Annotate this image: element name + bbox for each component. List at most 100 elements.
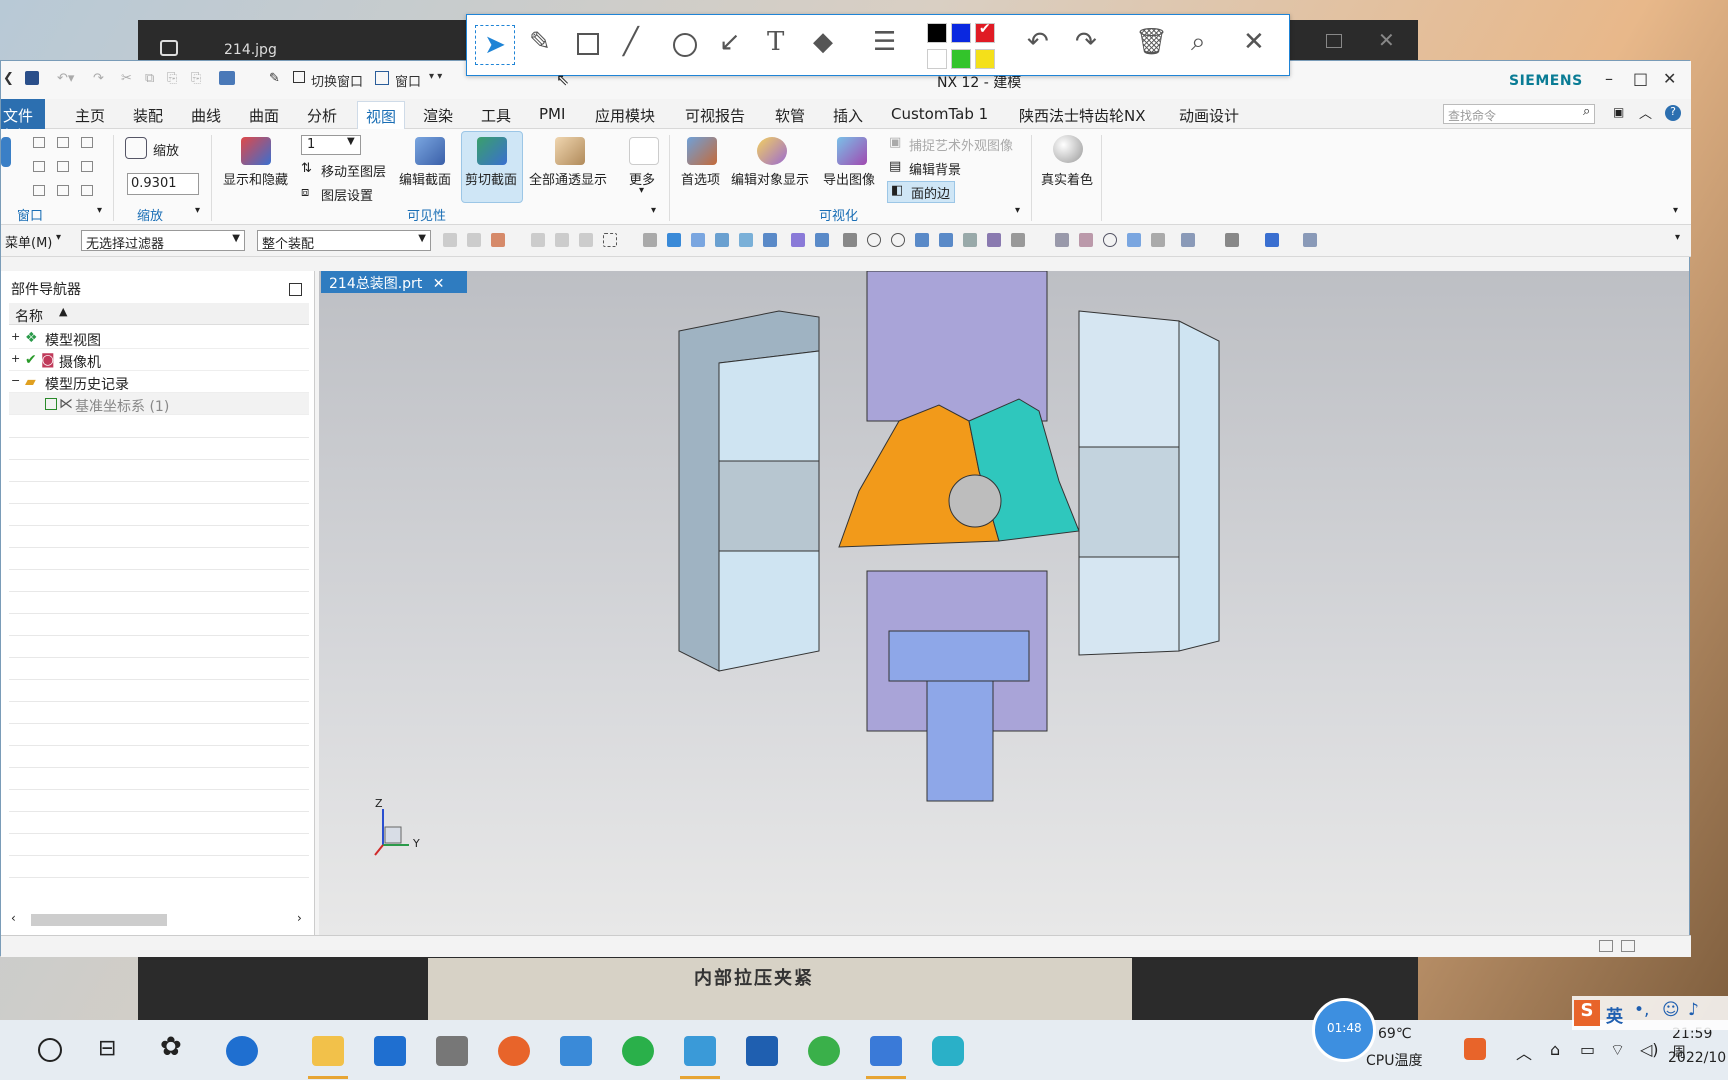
close-window-icon[interactable]: ✕ [1663,69,1676,88]
true-shading-icon[interactable] [1053,135,1083,163]
move-to-layer-button[interactable]: 移动至图层 [321,161,386,180]
menu-insert[interactable]: 插入 [833,105,863,126]
rectangle-select-icon[interactable] [603,233,617,247]
snap-icon[interactable] [939,233,953,247]
snap-icon[interactable] [843,233,857,247]
scope-select[interactable]: 整个装配 ▼ [257,230,431,252]
layout-two-icon[interactable] [57,137,69,148]
save-icon[interactable] [25,71,39,85]
expand-icon[interactable]: + [11,330,20,343]
rotate-icon[interactable] [1103,233,1117,247]
navigator-column-header[interactable]: 名称 ▲ [9,303,309,325]
snap-icon[interactable] [1011,233,1025,247]
clip-section-button[interactable]: 剪切截面 [465,169,517,188]
copy-icon[interactable]: ⧉ [145,71,154,86]
snap-icon[interactable] [715,233,729,247]
restore-icon[interactable]: □ [1633,69,1648,88]
toolbar-expand-arrow-icon[interactable]: ▾ [1671,230,1684,251]
task-view-icon[interactable]: ⊟ [98,1036,130,1066]
browser-icon[interactable] [808,1036,840,1066]
menu-app-module[interactable]: 应用模块 [595,105,655,126]
menu-assembly[interactable]: 装配 [133,105,163,126]
line-width-icon[interactable]: ☰ [873,29,896,55]
graphics-viewport[interactable]: 214总装图.prt ✕ Z Y [319,271,1689,935]
export-image-icon[interactable] [837,137,867,165]
pointer-icon[interactable]: ➤ [475,25,515,65]
view-tool-icon[interactable] [1127,233,1141,247]
undo-icon[interactable]: ↶▾ [57,71,74,86]
eraser-icon[interactable]: ◆ [813,29,833,55]
snap-icon[interactable] [643,233,657,247]
wechat-icon[interactable] [622,1036,654,1066]
nx-app-icon[interactable] [684,1036,716,1066]
tree-item-cameras[interactable]: + ✔ ◙ 摄像机 [9,349,309,371]
snap-icon[interactable] [815,233,829,247]
snap-icon[interactable] [763,233,777,247]
visibility-group-arrow-icon[interactable]: ▾ [651,205,656,216]
selection-filter-select[interactable]: 无选择过滤器 ▼ [81,230,245,252]
color-swatch-green[interactable] [951,49,971,69]
search-icon[interactable] [38,1038,62,1062]
view-icon[interactable] [219,71,235,85]
snap-icon[interactable] [691,233,705,247]
microphone-icon[interactable]: ♪ [1688,1000,1699,1020]
zoom-icon[interactable] [125,137,147,159]
punctuation-icon[interactable]: •, [1634,1000,1649,1020]
close-icon[interactable]: ✕ [1378,28,1395,52]
calculator-icon[interactable] [436,1036,468,1066]
scroll-right-icon[interactable]: › [297,911,302,925]
collapse-ribbon-icon[interactable]: ︿ [1639,103,1652,122]
timer-badge[interactable]: 01:48 [1312,998,1376,1062]
ie-icon[interactable] [226,1036,258,1066]
snap-center-icon[interactable] [867,233,881,247]
app-icon[interactable] [932,1036,964,1066]
paste-icon[interactable]: ⎘ [167,71,177,86]
photos-icon[interactable] [870,1036,902,1066]
cut-icon[interactable]: ✂ [121,71,132,86]
window-layout-icon[interactable] [1,137,11,167]
snap-icon[interactable] [987,233,1001,247]
color-swatch-white[interactable] [927,49,947,69]
expand-icon[interactable]: + [11,352,20,365]
layout-grid3-icon[interactable] [33,185,45,196]
select-tool-icon[interactable] [491,233,505,247]
menu-tools[interactable]: 工具 [481,105,511,126]
window-dropdown-arrow-icon[interactable]: ▾ ▾ [429,71,442,82]
more-icon[interactable] [629,137,659,165]
checkbox-icon[interactable] [45,398,57,410]
battery-icon[interactable]: ▭ [1580,1040,1612,1070]
view-tool-icon[interactable] [1055,233,1069,247]
ellipse-icon[interactable] [673,33,697,57]
layout-grid-icon[interactable] [57,161,69,172]
network-icon[interactable]: ⌂ [1550,1040,1582,1070]
undo-annotation-icon[interactable]: ↶ [1027,29,1049,55]
menu-home[interactable]: 主页 [75,105,105,126]
window-menu-button[interactable]: 窗口 [395,71,421,90]
edit-section-icon[interactable] [415,137,445,165]
trash-icon[interactable]: 🗑 [1135,29,1168,55]
view-tool-icon[interactable] [1079,233,1093,247]
redo-annotation-icon[interactable]: ↷ [1075,29,1097,55]
navigator-scrollbar[interactable]: ‹ › [9,911,309,929]
select-tool-icon[interactable] [467,233,481,247]
menu-analysis[interactable]: 分析 [307,105,337,126]
sogou-icon[interactable] [1464,1038,1486,1060]
view-tool-icon[interactable] [1151,233,1165,247]
line-icon[interactable]: ╱ [623,29,639,55]
layout-grid4-icon[interactable] [57,185,69,196]
menu-file[interactable]: 文件(F) [1,99,45,144]
true-shading-button[interactable]: 真实着色 [1041,169,1093,188]
arrow-icon[interactable]: ↙ [719,29,741,55]
layout-four-icon[interactable] [33,161,45,172]
face-edges-button[interactable]: 面的边 [911,183,950,202]
snap-icon[interactable] [915,233,929,247]
close-annotation-icon[interactable]: ✕ [1243,29,1265,55]
zoom-value-input[interactable]: 0.9301 [127,173,199,195]
layout-grid5-icon[interactable] [81,185,93,196]
rectangle-icon[interactable] [577,33,599,55]
snap-icon[interactable] [963,233,977,247]
zoom-button[interactable]: 缩放 [153,140,179,159]
text-icon[interactable]: T [767,29,784,55]
preferences-icon[interactable] [687,137,717,165]
tree-item-model-history[interactable]: − ▰ 模型历史记录 [9,371,309,393]
